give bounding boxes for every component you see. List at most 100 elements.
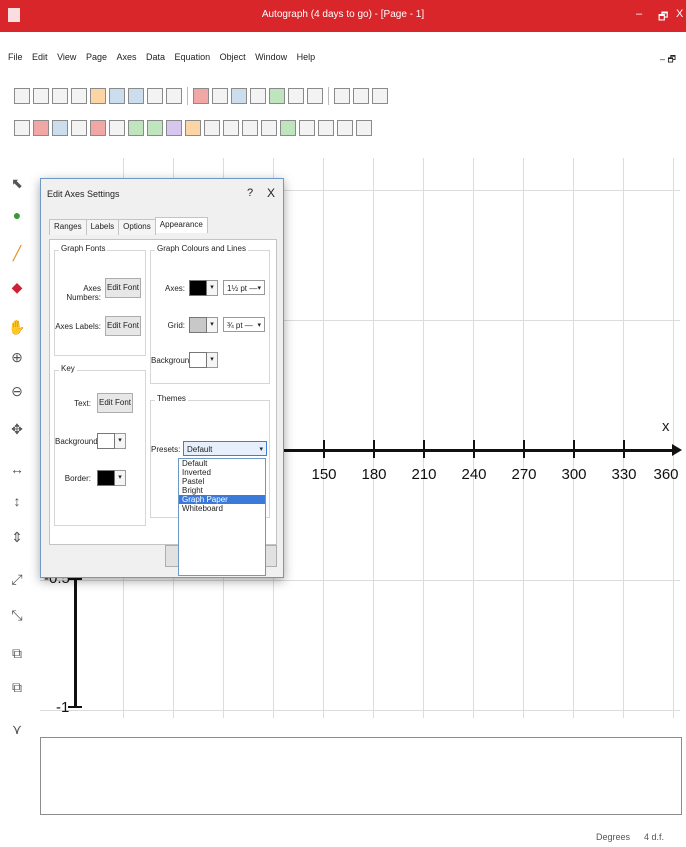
hand-icon[interactable]: ✋ <box>8 318 26 336</box>
undo-icon[interactable] <box>128 88 144 104</box>
line-style-icon[interactable] <box>353 88 369 104</box>
document-restore-button[interactable]: – 🗗 <box>660 52 676 68</box>
tab-options[interactable]: Options <box>118 219 156 235</box>
background-colour-dropdown[interactable]: ▾ <box>207 352 218 368</box>
help-button[interactable]: ? <box>247 187 253 199</box>
preset-option-pastel[interactable]: Pastel <box>179 477 265 486</box>
axes-labels-edit-font-button[interactable]: Edit Font <box>105 316 141 336</box>
axes-colour-swatch[interactable] <box>189 280 207 296</box>
preset-option-whiteboard[interactable]: Whiteboard <box>179 504 265 513</box>
paste-page-icon[interactable]: ⧉ <box>8 678 26 696</box>
key-background-dropdown[interactable]: ▾ <box>115 433 126 449</box>
menu-data[interactable]: Data <box>146 52 165 62</box>
grid-toggle-icon[interactable] <box>147 88 163 104</box>
axes-numbers-edit-font-button[interactable]: Edit Font <box>105 278 141 298</box>
axes-colour-dropdown[interactable]: ▾ <box>207 280 218 296</box>
dialog-close-button[interactable]: X <box>267 186 275 200</box>
tab-labels[interactable]: Labels <box>85 219 120 235</box>
snap-icon[interactable] <box>71 120 87 136</box>
grid-colour-swatch[interactable] <box>189 317 207 333</box>
tab-appearance[interactable]: Appearance <box>154 217 208 233</box>
rescale-icon[interactable]: ⤢ <box>8 570 26 588</box>
align-icon[interactable] <box>334 88 350 104</box>
add-point-icon[interactable] <box>128 120 144 136</box>
more-tools-icon[interactable]: ⋎ <box>8 720 26 738</box>
precision-status[interactable]: 4 d.f. <box>644 832 664 842</box>
new-2d-page-icon[interactable] <box>33 88 49 104</box>
minimize-button[interactable]: – <box>636 8 642 20</box>
scale-both-icon[interactable]: ✥ <box>8 420 26 438</box>
restore-button[interactable]: 🗗 <box>658 8 668 27</box>
pointer-icon[interactable]: ⬉ <box>8 174 26 192</box>
pen-icon[interactable]: ╱ <box>8 244 26 262</box>
key-edit-font-button[interactable]: Edit Font <box>97 393 133 413</box>
menu-object[interactable]: Object <box>220 52 246 62</box>
key-background-swatch[interactable] <box>97 433 115 449</box>
main-toolbar <box>14 84 388 108</box>
zoom-in-icon[interactable]: ⊕ <box>8 348 26 366</box>
check-icon[interactable] <box>33 120 49 136</box>
preset-option-graph-paper[interactable]: Graph Paper <box>179 495 265 504</box>
plot-points-icon[interactable] <box>109 120 125 136</box>
slider-icon[interactable] <box>269 88 285 104</box>
presets-select[interactable]: Default ▾ <box>183 441 267 456</box>
derivative-icon[interactable] <box>337 120 353 136</box>
angle-mode-status[interactable]: Degrees <box>596 832 630 842</box>
close-button[interactable]: X <box>676 8 683 20</box>
save-icon[interactable] <box>109 88 125 104</box>
transform-icon[interactable] <box>166 120 182 136</box>
xy-icon[interactable] <box>223 120 239 136</box>
axes-options-icon[interactable] <box>212 88 228 104</box>
grid-width-select[interactable]: ¾ pt — ▾ <box>223 317 265 332</box>
menu-edit[interactable]: Edit <box>32 52 48 62</box>
menu-file[interactable]: File <box>8 52 23 62</box>
scale-x-icon[interactable]: ↔ <box>8 460 26 478</box>
statistics-icon[interactable] <box>261 120 277 136</box>
figure-icon[interactable] <box>356 120 372 136</box>
record-icon[interactable] <box>90 120 106 136</box>
scale-y-icon[interactable]: ↕ <box>8 492 26 510</box>
menu-help[interactable]: Help <box>297 52 316 62</box>
open-folder-icon[interactable] <box>90 88 106 104</box>
copy-image-icon[interactable] <box>307 88 323 104</box>
key-icon[interactable] <box>250 88 266 104</box>
preset-option-inverted[interactable]: Inverted <box>179 468 265 477</box>
new-icon[interactable] <box>14 88 30 104</box>
menu-page[interactable]: Page <box>86 52 107 62</box>
key-border-dropdown[interactable]: ▾ <box>115 470 126 486</box>
menu-view[interactable]: View <box>57 52 76 62</box>
select-mode-icon[interactable] <box>14 120 30 136</box>
eraser-icon[interactable]: ◆ <box>8 278 26 296</box>
coordinates-icon[interactable] <box>204 120 220 136</box>
matrix-icon[interactable] <box>242 120 258 136</box>
check-mark-icon[interactable] <box>299 120 315 136</box>
zoom-fit-icon[interactable] <box>288 88 304 104</box>
menu-window[interactable]: Window <box>255 52 287 62</box>
stretch-y-icon[interactable]: ⇕ <box>8 528 26 546</box>
zoom-out-icon[interactable]: ⊖ <box>8 382 26 400</box>
point-mode-icon[interactable]: ● <box>8 206 26 224</box>
text-box[interactable] <box>40 737 682 815</box>
text-box-icon[interactable] <box>231 88 247 104</box>
edit-axes-icon[interactable] <box>193 88 209 104</box>
grid-icon[interactable] <box>52 120 68 136</box>
preset-option-default[interactable]: Default <box>179 459 265 468</box>
grid-colour-dropdown[interactable]: ▾ <box>207 317 218 333</box>
colour-icon[interactable] <box>372 88 388 104</box>
integral-icon[interactable] <box>318 120 334 136</box>
tab-ranges[interactable]: Ranges <box>49 219 87 235</box>
new-3d-page-icon[interactable] <box>52 88 68 104</box>
menu-axes[interactable]: Axes <box>116 52 136 62</box>
table-icon[interactable] <box>166 88 182 104</box>
key-border-swatch[interactable] <box>97 470 115 486</box>
background-colour-swatch[interactable] <box>189 352 207 368</box>
preset-option-bright[interactable]: Bright <box>179 486 265 495</box>
copy-page-icon[interactable]: ⧉ <box>8 644 26 662</box>
rescale-alt-icon[interactable]: ⤡ <box>8 606 26 624</box>
shape-icon[interactable] <box>185 120 201 136</box>
add-vector-icon[interactable] <box>147 120 163 136</box>
axes-width-select[interactable]: 1½ pt — ▾ <box>223 280 265 295</box>
slider-control-icon[interactable] <box>280 120 296 136</box>
new-1d-page-icon[interactable] <box>71 88 87 104</box>
menu-equation[interactable]: Equation <box>175 52 211 62</box>
